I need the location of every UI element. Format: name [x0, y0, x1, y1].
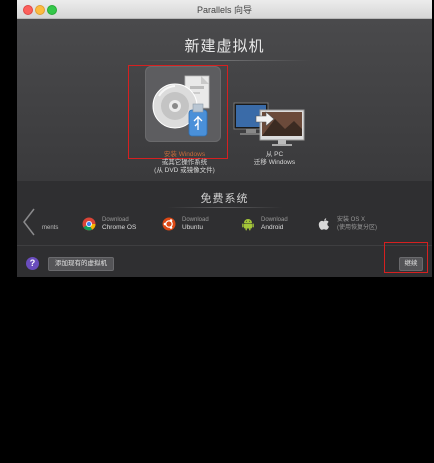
add-existing-vm-button[interactable]: 添加现有的虚拟机 [48, 257, 114, 271]
install-option-line3: (从 DVD 或镜像文件) [154, 167, 215, 174]
install-osx-recovery-item[interactable]: 安装 OS X (使用恢复分区) [317, 214, 397, 238]
install-option-highlight [128, 65, 228, 159]
migrate-from-pc-option[interactable] [230, 99, 310, 149]
osx-install-caption: 安装 OS X [337, 217, 366, 223]
new-vm-panel: 新建虚拟机 安装 Windows 或其它操作系统 (从 DVD 或镜像文件) 从… [17, 19, 432, 181]
migrate-option-line2: 迁移 Windows [253, 159, 296, 166]
apple-icon [318, 218, 329, 230]
android-icon [242, 219, 254, 231]
ubuntu-icon [162, 217, 176, 231]
chrome-icon [82, 217, 96, 231]
android-download-caption: Download [261, 217, 288, 223]
download-ubuntu-item[interactable]: Download Ubuntu [162, 214, 227, 238]
ubuntu-name: Ubuntu [182, 224, 203, 231]
chrome-os-name: Chrome OS [102, 224, 137, 231]
page-title: 新建虚拟机 [184, 38, 265, 55]
title-bar: Parallels 向导 [17, 0, 432, 19]
download-android-item[interactable]: Download Android [241, 214, 311, 238]
continue-button-highlight [384, 242, 428, 273]
title-divider [137, 60, 312, 61]
migrate-option-line1: 从 PC [265, 151, 284, 158]
parallels-wizard-window: Parallels 向导 新建虚拟机 安装 Windows 或其它操作系统 (从… [17, 0, 432, 277]
free-systems-divider [167, 207, 282, 208]
ubuntu-download-caption: Download [182, 217, 209, 223]
free-systems-title: 免费系统 [200, 193, 249, 205]
download-chrome-os-item[interactable]: Download Chrome OS [82, 214, 152, 238]
chrome-download-caption: Download [102, 217, 129, 223]
osx-recovery-note: (使用恢复分区) [337, 225, 377, 231]
cut-off-item-label: ments [42, 225, 59, 231]
scroll-left-chevron-icon[interactable] [22, 208, 36, 236]
migrate-option-label: 从 PC 迁移 Windows [217, 151, 332, 167]
footer-divider [17, 245, 432, 246]
window-title: Parallels 向导 [196, 5, 252, 15]
android-name: Android [261, 224, 284, 231]
pc-to-mac-icon [233, 102, 305, 146]
help-button[interactable]: ? [26, 257, 39, 270]
